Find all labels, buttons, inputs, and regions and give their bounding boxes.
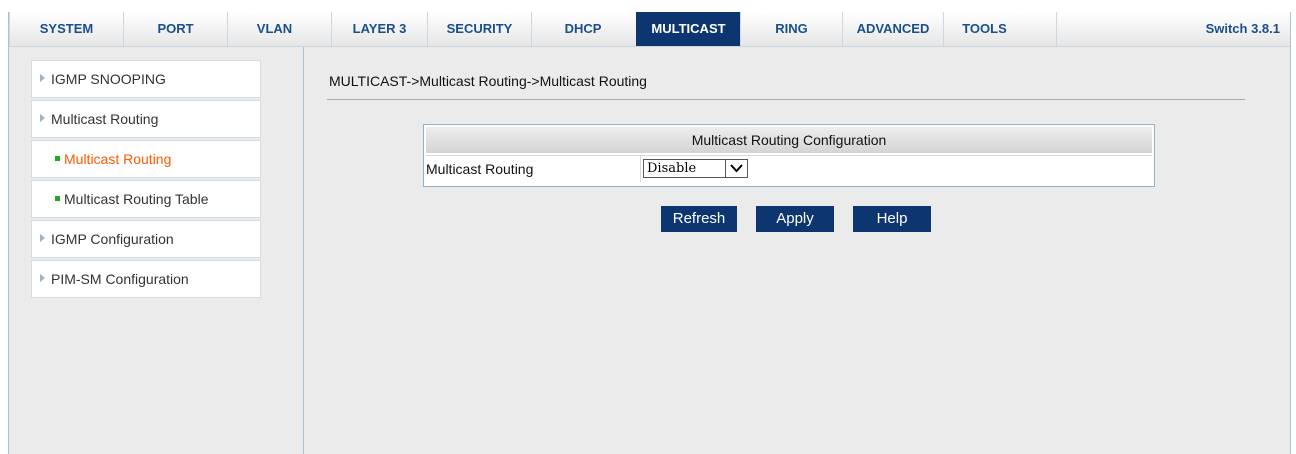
config-table-header: Multicast Routing Configuration	[426, 127, 1152, 153]
refresh-button[interactable]: Refresh	[661, 206, 737, 232]
sidebar-item-multicast-routing[interactable]: Multicast Routing	[31, 100, 261, 138]
triangle-right-icon	[40, 74, 45, 82]
tab-dhcp[interactable]: DHCP	[531, 12, 634, 46]
green-square-icon	[55, 156, 60, 161]
sidebar: IGMP SNOOPING Multicast Routing Multicas…	[9, 47, 304, 454]
sidebar-item-igmp-snooping[interactable]: IGMP SNOOPING	[31, 60, 261, 98]
config-table: Multicast Routing Configuration Multicas…	[423, 124, 1155, 187]
select-value: Disable	[647, 161, 697, 176]
sidebar-subitem-multicast-routing-table[interactable]: Multicast Routing Table	[31, 180, 261, 218]
sidebar-item-label: PIM-SM Configuration	[51, 271, 189, 287]
tab-layer3[interactable]: LAYER 3	[331, 12, 427, 46]
version-label: Switch 3.8.1	[1205, 21, 1280, 36]
triangle-right-icon	[40, 234, 45, 242]
top-nav: SYSTEM PORT VLAN LAYER 3 SECURITY DHCP M…	[9, 12, 1290, 47]
help-button[interactable]: Help	[853, 206, 931, 232]
triangle-right-icon	[40, 114, 45, 122]
sidebar-item-label: Multicast Routing	[51, 111, 159, 127]
breadcrumb: MULTICAST->Multicast Routing->Multicast …	[329, 73, 647, 89]
tab-ring[interactable]: RING	[740, 12, 842, 46]
sidebar-item-label: IGMP SNOOPING	[51, 71, 166, 87]
sidebar-item-pim-sm-configuration[interactable]: PIM-SM Configuration	[31, 260, 261, 298]
sidebar-item-label: Multicast Routing Table	[64, 191, 209, 207]
triangle-right-icon	[40, 274, 45, 282]
sidebar-item-label: Multicast Routing	[64, 151, 172, 167]
tab-vlan[interactable]: VLAN	[227, 12, 321, 46]
tab-system[interactable]: SYSTEM	[9, 12, 123, 46]
tab-multicast[interactable]: MULTICAST	[636, 12, 740, 46]
multicast-routing-label: Multicast Routing	[426, 155, 641, 182]
app-frame: SYSTEM PORT VLAN LAYER 3 SECURITY DHCP M…	[8, 12, 1291, 454]
tab-port[interactable]: PORT	[123, 12, 227, 46]
config-value-cell: Disable	[641, 155, 1152, 182]
tab-advanced[interactable]: ADVANCED	[842, 12, 943, 46]
green-square-icon	[55, 196, 60, 201]
sidebar-subitem-multicast-routing[interactable]: Multicast Routing	[31, 140, 261, 178]
main-content: MULTICAST->Multicast Routing->Multicast …	[305, 47, 1290, 454]
sidebar-item-label: IGMP Configuration	[51, 231, 174, 247]
tab-tools[interactable]: TOOLS	[943, 12, 1025, 46]
nav-divider	[1056, 12, 1057, 46]
multicast-routing-select[interactable]: Disable	[643, 159, 748, 178]
tab-security[interactable]: SECURITY	[427, 12, 531, 46]
chevron-down-icon[interactable]	[725, 160, 747, 177]
apply-button[interactable]: Apply	[756, 206, 834, 232]
breadcrumb-divider	[327, 99, 1245, 100]
sidebar-item-igmp-configuration[interactable]: IGMP Configuration	[31, 220, 261, 258]
